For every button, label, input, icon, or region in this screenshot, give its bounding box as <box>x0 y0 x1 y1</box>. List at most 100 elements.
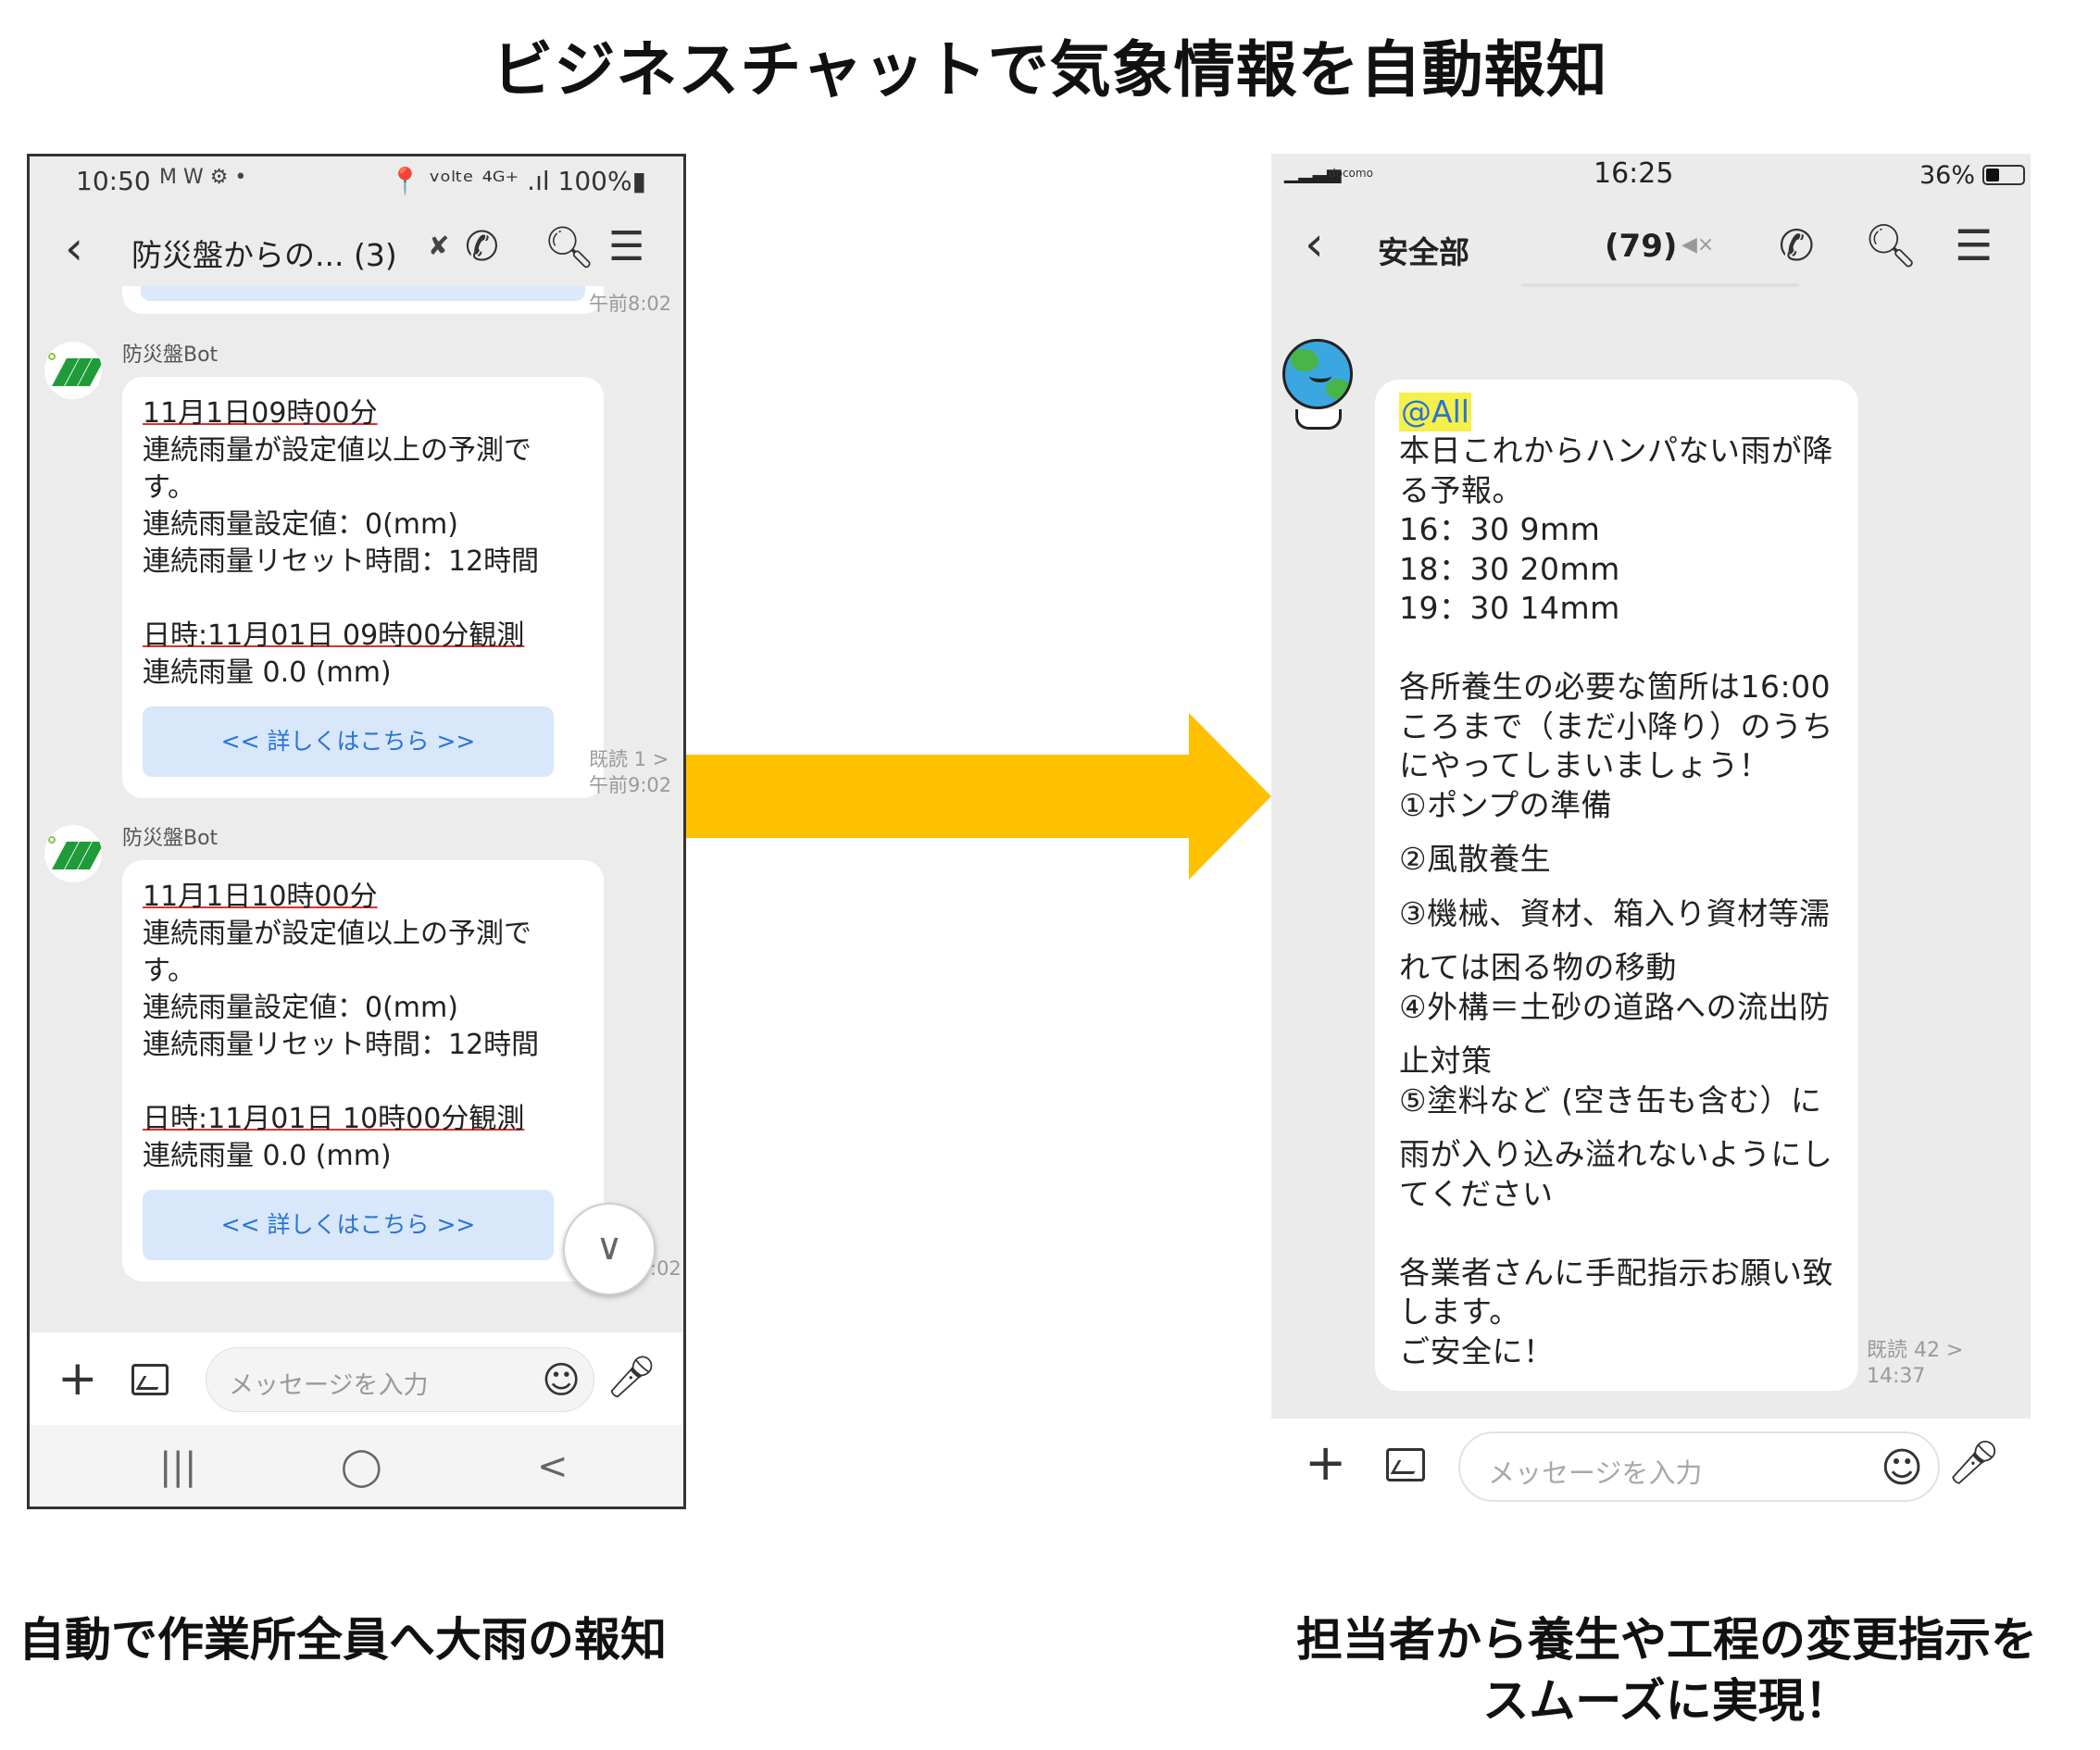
message-line: 雨が入り込み溢れないようにし <box>1399 1136 1833 1172</box>
message-line: 11月1日09時00分 <box>143 397 378 430</box>
menu-icon[interactable]: ☰ <box>1955 220 1993 270</box>
message-bubble: 11月1日10時00分 連続雨量が設定値以上の予測で す。 連続雨量設定値：0(… <box>122 860 604 1281</box>
message-line: 日時:11月01日 09時00分観測 <box>143 619 525 652</box>
sender-name: 防災盤Bot <box>122 827 219 850</box>
message-line: れては困る物の移動 <box>1399 949 1677 985</box>
battery-percent: 36% <box>1919 161 1975 190</box>
menu-icon[interactable]: ☰ <box>608 223 644 270</box>
nav-back-icon[interactable]: < <box>537 1445 569 1488</box>
input-placeholder: メッセージを入力 <box>229 1371 429 1400</box>
message-bubble: @All 本日これからハンパない雨が降 る予報。 16：30 9mm 18：30… <box>1375 380 1858 1391</box>
message-line: 連続雨量 0.0 (mm) <box>143 656 392 689</box>
message-line: す。 <box>143 471 195 504</box>
mention-all[interactable]: @All <box>1399 393 1471 431</box>
status-right: 📍 ᵛᵒˡᵗᵉ ⁴ᴳ⁺ .ıl 100%▮ <box>389 166 646 196</box>
message-line: 日時:11月01日 10時00分観測 <box>143 1103 525 1135</box>
earth-character-avatar[interactable] <box>1277 335 1358 437</box>
message-line: ①ポンプの準備 <box>1399 786 1613 823</box>
speaker-muted-icon: ✘ <box>428 231 450 261</box>
read-receipt[interactable]: 既読 42 > <box>1867 1337 1963 1365</box>
message-line: てください <box>1399 1175 1554 1212</box>
bot-avatar[interactable] <box>44 825 102 882</box>
message-line: します。 <box>1399 1294 1520 1330</box>
left-caption: 自動で作業所全員へ大雨の報知 <box>19 1613 667 1667</box>
image-icon[interactable] <box>1386 1448 1425 1481</box>
plus-icon[interactable]: + <box>1305 1433 1346 1492</box>
input-placeholder: メッセージを入力 <box>1488 1457 1703 1489</box>
back-icon[interactable]: ‹ <box>65 221 83 275</box>
message-timestamp: :02 <box>650 1257 681 1280</box>
message-line: ④外構＝土砂の道路への流出防 <box>1399 988 1831 1025</box>
message-line: 連続雨量設定値：0(mm) <box>143 508 458 541</box>
message-line: ご安全に！ <box>1399 1332 1555 1369</box>
notification-icons: M W ⚙ • <box>159 166 247 189</box>
android-nav-bar: ||| ◯ < <box>30 1425 683 1506</box>
message-line: 各所養生の必要な箇所は16:00 <box>1399 669 1831 705</box>
message-line: ⑤塗料など (空き缶も含む）に <box>1399 1081 1822 1119</box>
search-icon[interactable]: 🔍︎ <box>544 223 595 271</box>
carrier-name: docomo <box>1329 167 1373 180</box>
details-link-button[interactable]: << 詳しくはこちら >> <box>143 706 554 777</box>
chevron-down-icon: ∨ <box>595 1226 623 1269</box>
message-line: 19：30 14mm <box>1399 590 1620 626</box>
home-icon[interactable]: ◯ <box>341 1445 382 1488</box>
phone-icon[interactable]: ✆ <box>465 223 499 270</box>
image-icon[interactable] <box>131 1364 169 1395</box>
right-caption-line1: 担当者から養生や工程の変更指示を <box>1296 1613 2037 1667</box>
sender-name: 防災盤Bot <box>122 344 219 367</box>
message-line: 連続雨量リセット時間：12時間 <box>143 545 540 578</box>
message-bubble: 11月1日09時00分 連続雨量が設定値以上の予測で す。 連続雨量設定値：0(… <box>122 377 604 798</box>
chat-title: 安全部 <box>1378 234 1469 270</box>
emoji-icon[interactable]: ☺ <box>1881 1444 1923 1492</box>
message-line: 11月1日10時00分 <box>143 881 378 913</box>
speaker-muted-icon: ◀× <box>1681 233 1715 256</box>
message-line: す。 <box>143 955 195 987</box>
message-line: 本日これからハンパない雨が降 <box>1399 432 1833 469</box>
message-line: 連続雨量設定値：0(mm) <box>143 992 458 1024</box>
message-timestamp: 午前8:02 <box>589 293 672 315</box>
page-title: ビジネスチャットで気象情報を自動報知 <box>492 34 1608 106</box>
message-timestamp: 14:37 <box>1867 1365 1926 1388</box>
battery-icon <box>1982 165 2025 185</box>
status-bar: ▁▂▃▅ docomo 16:25 36% <box>1271 154 2031 200</box>
message-line: 連続雨量が設定値以上の予測で <box>143 918 531 950</box>
details-link-button[interactable]: << 詳しくはこちら >> <box>143 1190 554 1260</box>
right-phone-screenshot: ▁▂▃▅ docomo 16:25 36% ‹ 安全部 (79) ◀× ✆ 🔍︎… <box>1271 154 2031 1515</box>
chat-title: 防災盤からの... (3) <box>131 237 397 273</box>
status-bar: 10:50 M W ⚙ • 📍 ᵛᵒˡᵗᵉ ⁴ᴳ⁺ .ıl 100%▮ <box>30 156 683 205</box>
chat-screen: ▁▂▃▅ docomo 16:25 36% ‹ 安全部 (79) ◀× ✆ 🔍︎… <box>1271 154 2031 1419</box>
message-line: 連続雨量が設定値以上の予測で <box>143 434 531 467</box>
back-icon[interactable]: ‹ <box>1305 217 1324 272</box>
message-line: ②風散養生 <box>1399 841 1552 877</box>
message-line: 連続雨量 0.0 (mm) <box>143 1140 392 1172</box>
message-line: 止対策 <box>1399 1043 1493 1079</box>
emoji-icon[interactable]: ☺ <box>542 1359 581 1402</box>
message-line: ③機械、資材、箱入り資材等濡 <box>1399 894 1831 931</box>
message-line: 各業者さんに手配指示お願い致 <box>1399 1254 1833 1291</box>
arrow-shape <box>686 713 1271 880</box>
search-icon[interactable]: 🔍︎ <box>1864 220 1918 271</box>
status-time: 10:50 <box>76 166 151 196</box>
scroll-down-button[interactable]: ∨ <box>563 1203 656 1295</box>
microphone-icon[interactable]: 🎤︎ <box>606 1353 657 1401</box>
previous-message-edge <box>1521 283 1799 287</box>
plus-icon[interactable]: + <box>57 1351 98 1406</box>
message-input[interactable]: メッセージを入力 ☺ <box>206 1347 594 1412</box>
member-count: (79) <box>1605 228 1678 265</box>
right-arrow <box>686 713 1271 880</box>
message-line: 18：30 20mm <box>1399 550 1620 587</box>
phone-icon[interactable]: ✆ <box>1779 220 1815 270</box>
message-line: 連続雨量リセット時間：12時間 <box>143 1029 540 1061</box>
message-line: ころまで（まだ小降り）のうち <box>1399 707 1833 744</box>
message-line: る予報。 <box>1399 471 1523 508</box>
message-input[interactable]: メッセージを入力 ☺ <box>1458 1431 1940 1502</box>
right-caption-line2: スムーズに実現！ <box>1482 1674 1851 1728</box>
read-receipt[interactable]: 既読 1 > <box>589 745 669 773</box>
previous-message-bubble <box>122 286 604 314</box>
recent-apps-icon[interactable]: ||| <box>159 1445 196 1488</box>
bot-avatar[interactable] <box>44 342 102 399</box>
message-input-bar: + メッセージを入力 ☺ 🎤︎ <box>1271 1419 2031 1515</box>
microphone-icon[interactable]: 🎤︎ <box>1947 1437 2001 1488</box>
message-timestamp: 午前9:02 <box>589 774 672 796</box>
chat-header: ‹ 防災盤からの... (3) ✘ ✆ 🔍︎ ☰ <box>30 205 683 297</box>
